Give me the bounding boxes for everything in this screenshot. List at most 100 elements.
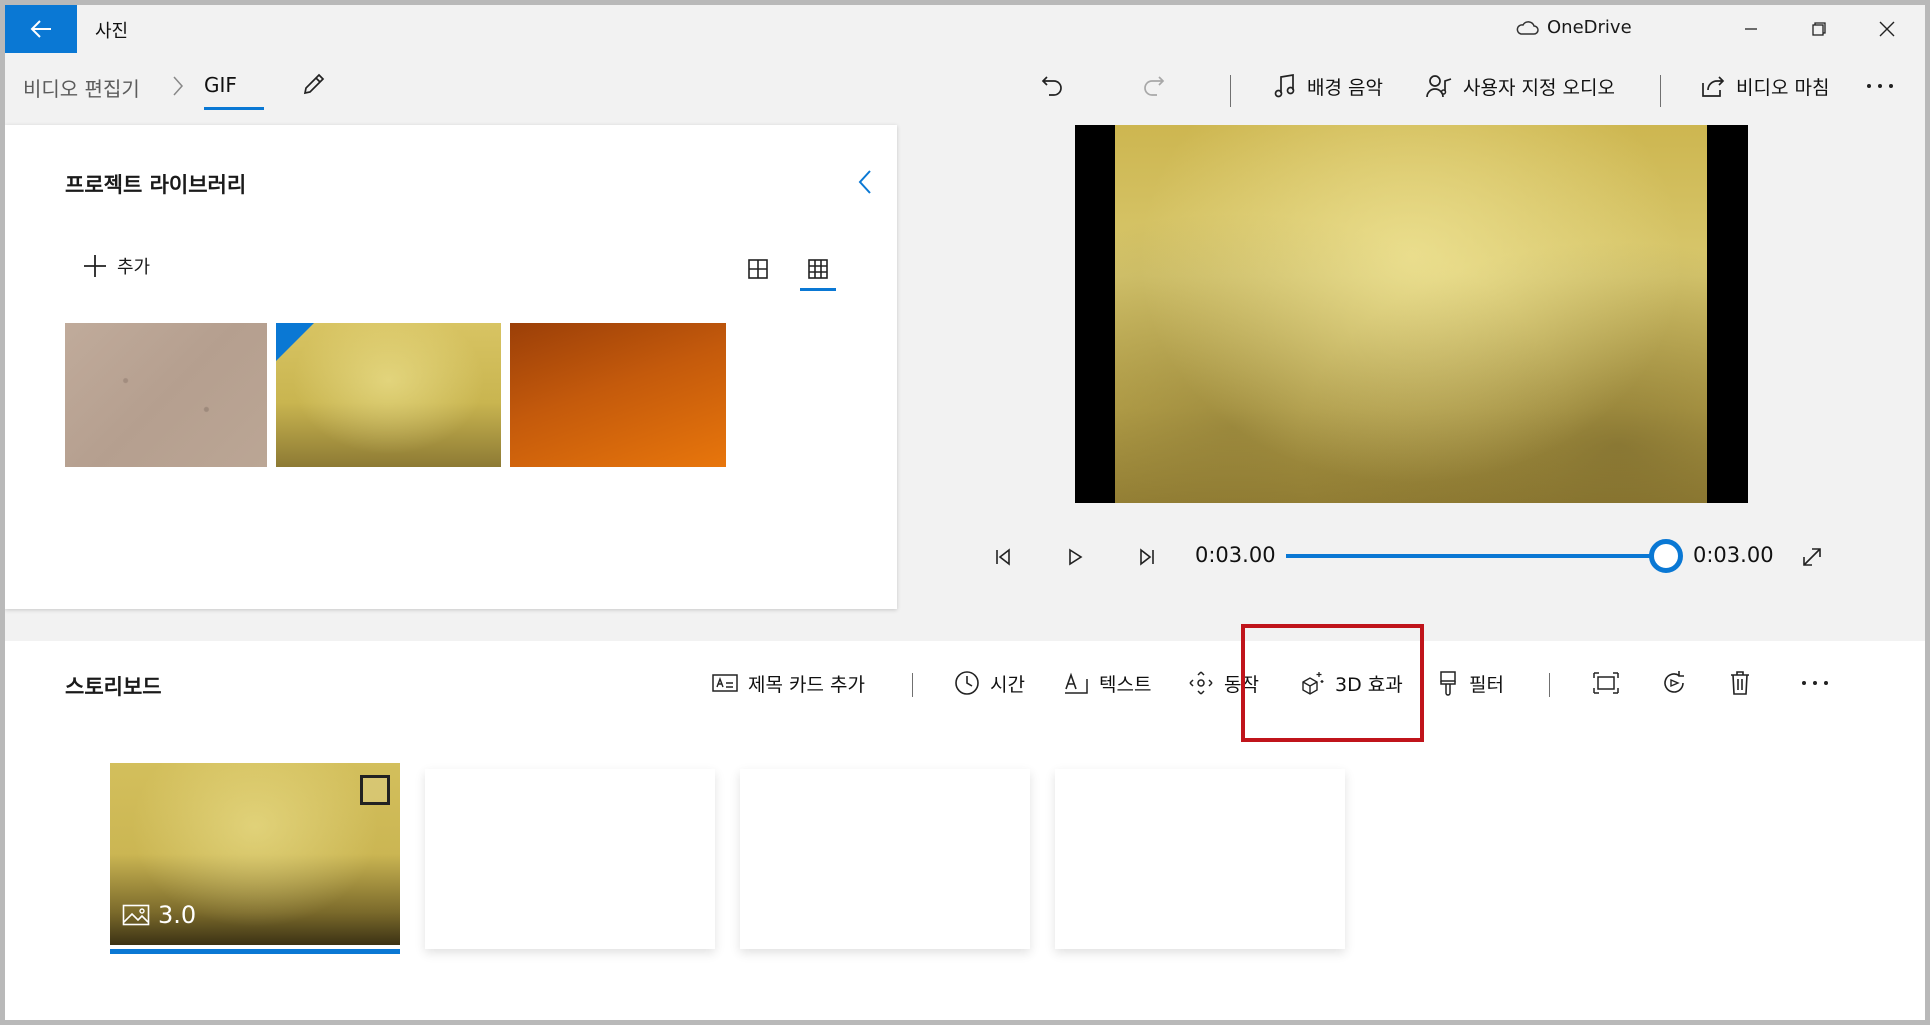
trash-icon (1731, 671, 1749, 695)
total-time: 0:03.00 (1693, 543, 1774, 567)
undo-icon (1041, 76, 1062, 96)
custom-audio-label: 사용자 지정 오디오 (1463, 76, 1615, 99)
active-view-indicator (800, 288, 836, 291)
collapse-library-button[interactable] (857, 169, 873, 195)
duration-button[interactable]: 시간 (954, 665, 1025, 701)
finish-video-label: 비디오 마침 (1736, 76, 1830, 99)
close-button[interactable] (1853, 5, 1921, 53)
delete-button[interactable] (1729, 665, 1751, 701)
preview-frame (1115, 125, 1707, 503)
restore-icon (1812, 22, 1826, 36)
large-thumbnail-view-button[interactable] (740, 251, 776, 287)
clip-duration: 3.0 (158, 901, 197, 929)
redo-icon (1144, 76, 1165, 96)
add-title-card-label: 제목 카드 추가 (748, 673, 865, 696)
plus-icon (84, 255, 106, 277)
minimize-button[interactable] (1717, 5, 1785, 53)
back-button[interactable] (5, 5, 77, 53)
title-bar: 사진 OneDrive (5, 5, 1925, 53)
add-media-label: 추가 (117, 257, 151, 278)
finish-video-button[interactable]: 비디오 마침 (1700, 69, 1829, 103)
text-label: 텍스트 (1099, 673, 1152, 696)
small-thumbnail-view-button[interactable] (800, 251, 836, 287)
person-audio-icon (1426, 75, 1452, 98)
fullscreen-button[interactable] (1795, 540, 1829, 574)
app-window: 사진 OneDrive 비디오 편집기 GIF 배경 음악 사용자 지정 오디오… (5, 5, 1925, 1020)
play-button[interactable] (1058, 540, 1092, 574)
custom-audio-button[interactable]: 사용자 지정 오디오 (1425, 69, 1615, 103)
library-item-cardboard[interactable] (65, 323, 267, 467)
image-icon (122, 904, 150, 926)
resize-icon (1593, 672, 1619, 694)
used-in-project-marker (276, 323, 314, 361)
resize-button[interactable] (1593, 665, 1619, 701)
storyboard-separator (912, 673, 913, 697)
seek-bar[interactable] (1286, 554, 1666, 558)
highlight-box (1241, 624, 1424, 742)
clock-icon (955, 671, 979, 695)
app-title: 사진 (95, 21, 129, 42)
pencil-icon (303, 73, 325, 95)
undo-button[interactable] (1039, 69, 1065, 103)
restore-button[interactable] (1785, 5, 1853, 53)
project-library-title: 프로젝트 라이브러리 (65, 173, 247, 197)
motion-icon (1189, 671, 1213, 695)
library-item-orange[interactable] (510, 323, 726, 467)
text-icon (1065, 672, 1088, 694)
title-card-icon (712, 674, 738, 692)
paintbrush-icon (1440, 671, 1456, 696)
more-horizontal-icon (1867, 84, 1893, 88)
empty-clip-slot (740, 769, 1030, 949)
storyboard-clip[interactable]: 3.0 (110, 763, 400, 945)
rename-button[interactable] (301, 71, 327, 97)
breadcrumb-video-editor[interactable]: 비디오 편집기 (23, 73, 140, 102)
toolbar-separator (1230, 75, 1231, 107)
filters-button[interactable]: 필터 (1437, 665, 1504, 701)
grid-small-icon (808, 259, 828, 279)
duration-label: 시간 (990, 673, 1025, 696)
filters-label: 필터 (1469, 673, 1504, 696)
more-options-button[interactable] (1865, 69, 1895, 103)
add-media-button[interactable]: 추가 (83, 253, 150, 279)
clip-info: 3.0 (122, 901, 196, 929)
clip-selected-indicator (110, 949, 400, 954)
more-horizontal-icon (1802, 681, 1828, 685)
onedrive-label: OneDrive (1547, 17, 1632, 38)
library-item-gold[interactable] (276, 323, 501, 467)
music-note-icon (1274, 73, 1295, 98)
step-back-icon (996, 548, 1010, 566)
storyboard-panel: 스토리보드 제목 카드 추가 시간 텍스트 동작 3D 효과 필터 3.0 (5, 641, 1925, 1020)
empty-clip-slot (425, 769, 715, 949)
close-icon (1879, 21, 1895, 37)
grid-large-icon (748, 259, 768, 279)
editor-toolbar: 비디오 편집기 GIF 배경 음악 사용자 지정 오디오 비디오 마침 (5, 61, 1925, 113)
storyboard-separator (1549, 673, 1550, 697)
back-arrow-icon (30, 20, 51, 38)
storyboard-title: 스토리보드 (65, 675, 162, 699)
share-export-icon (1702, 76, 1725, 97)
minimize-icon (1745, 28, 1757, 30)
storyboard-more-button[interactable] (1800, 665, 1830, 701)
expand-icon (1803, 548, 1821, 566)
toolbar-separator (1660, 75, 1661, 107)
breadcrumb-project-name[interactable]: GIF (204, 73, 237, 97)
rotate-icon (1664, 671, 1684, 693)
current-time: 0:03.00 (1195, 543, 1276, 567)
onedrive-button[interactable]: OneDrive (1515, 17, 1632, 38)
clip-select-checkbox[interactable] (360, 775, 390, 805)
step-forward-icon (1140, 548, 1154, 566)
add-title-card-button[interactable]: 제목 카드 추가 (712, 665, 865, 701)
background-music-button[interactable]: 배경 음악 (1273, 69, 1383, 103)
redo-button[interactable] (1141, 69, 1167, 103)
text-button[interactable]: 텍스트 (1063, 665, 1151, 701)
cloud-icon (1516, 20, 1539, 35)
previous-frame-button[interactable] (986, 540, 1020, 574)
background-music-label: 배경 음악 (1307, 76, 1383, 99)
rotate-button[interactable] (1661, 665, 1687, 701)
next-frame-button[interactable] (1130, 540, 1164, 574)
breadcrumb-underline (204, 107, 264, 110)
seek-handle[interactable] (1649, 539, 1683, 573)
video-preview[interactable] (1075, 125, 1748, 503)
empty-clip-slot (1055, 769, 1345, 949)
project-library-panel: 프로젝트 라이브러리 추가 (5, 125, 897, 609)
